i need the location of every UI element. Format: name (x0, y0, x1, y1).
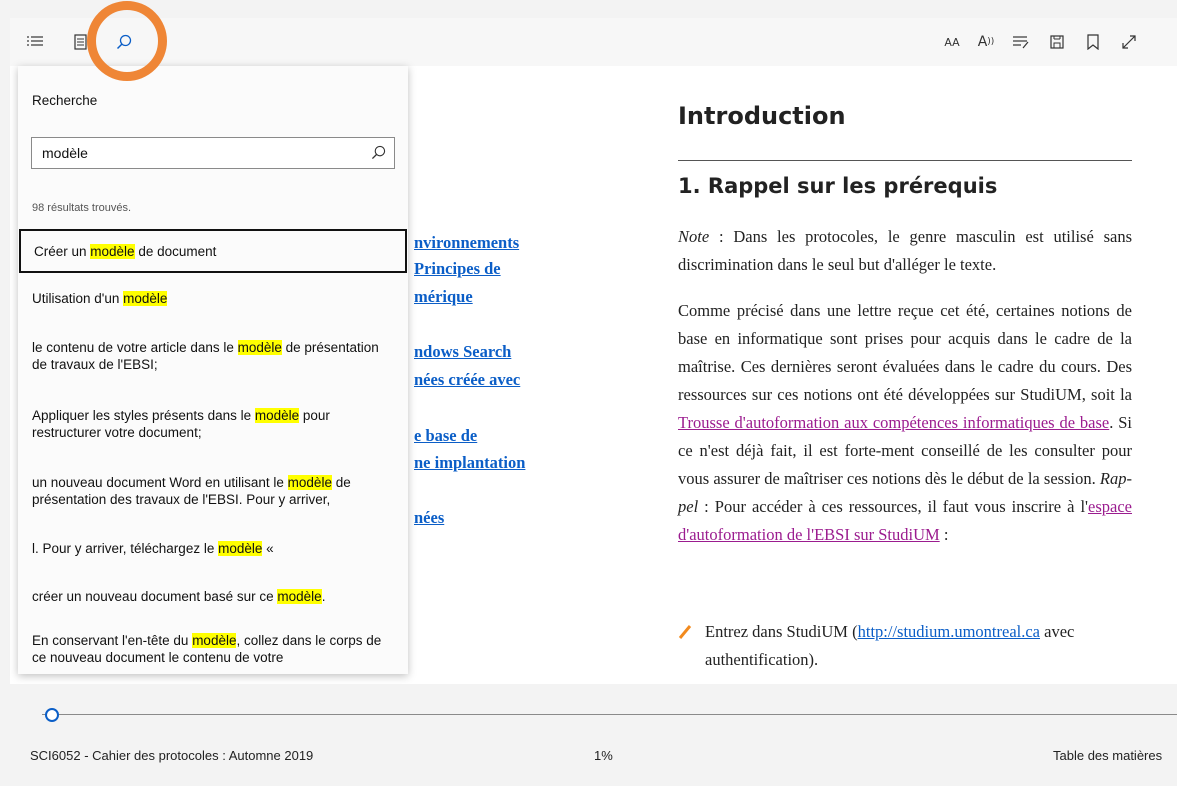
read-aloud-icon[interactable]: A)) (971, 27, 1001, 57)
toc-link[interactable]: e base de (414, 426, 477, 446)
progress-percent: 1% (594, 748, 613, 763)
toc-link[interactable]: nées créée avec (414, 370, 520, 390)
result-highlight: modèle (237, 340, 282, 355)
trousse-link[interactable]: Trousse d'autoformation aux compétences … (678, 413, 1109, 432)
bookmark-icon[interactable] (1078, 27, 1108, 57)
notes-icon[interactable] (66, 27, 96, 57)
toc-link[interactable]: nées (414, 508, 444, 528)
search-result[interactable]: un nouveau document Word en utilisant le… (19, 474, 407, 508)
text-size-icon[interactable]: AA (937, 27, 967, 57)
progress-slider-thumb[interactable] (45, 708, 60, 722)
result-text: En conservant l'en-tête du (32, 633, 193, 648)
search-result[interactable]: Créer un modèle de document (19, 229, 407, 273)
result-text: l. Pour y arriver, téléchargez le (32, 541, 219, 556)
search-panel: Recherche modèle 98 résultats trouvés. C… (18, 66, 408, 674)
search-icon[interactable] (109, 27, 139, 57)
bullet-text: Entrez dans StudiUM (http://studium.umon… (705, 618, 1132, 674)
search-result[interactable]: Appliquer les styles présents dans le mo… (19, 407, 407, 441)
result-text: Utilisation d'un (32, 291, 124, 306)
reader-toolbar: AA A)) (10, 18, 1177, 67)
toc-link[interactable]: Principes de (414, 259, 501, 279)
result-highlight: modèle (218, 541, 263, 556)
result-text: de document (134, 244, 217, 259)
result-text: le contenu de votre article dans le (32, 340, 238, 355)
toc-link[interactable]: mérique (414, 287, 473, 307)
search-result[interactable]: l. Pour y arriver, téléchargez le modèle… (19, 540, 407, 557)
fullscreen-icon[interactable] (1114, 27, 1144, 57)
search-result[interactable]: En conservant l'en-tête du modèle, colle… (19, 632, 407, 666)
para-text: : (939, 525, 949, 544)
search-result[interactable]: le contenu de votre article dans le modè… (19, 339, 407, 373)
note-paragraph: Note : Dans les protocoles, le genre mas… (678, 223, 1132, 279)
result-text: créer un nouveau document basé sur ce (32, 589, 278, 604)
list-icon[interactable] (20, 27, 50, 57)
body-paragraph: Comme précisé dans une lettre reçue cet … (678, 297, 1132, 549)
search-submit-icon[interactable] (371, 145, 386, 160)
studium-link[interactable]: http://studium.umontreal.ca (858, 622, 1040, 641)
bullet-text-part: Entrez dans StudiUM ( (705, 622, 858, 641)
section-heading: 1. Rappel sur les prérequis (678, 174, 998, 198)
progress-bar-area: SCI6052 - Cahier des protocoles : Automn… (10, 684, 1177, 766)
heading-rule (678, 160, 1132, 161)
para-text: : Pour accéder à ces ressources, il faut… (698, 497, 1089, 516)
pencil-bullet-icon (678, 625, 692, 639)
search-result[interactable]: Utilisation d'un modèle (19, 290, 407, 307)
bullet-item: Entrez dans StudiUM (http://studium.umon… (678, 618, 1132, 674)
result-count: 98 résultats trouvés. (32, 202, 132, 214)
toc-link[interactable]: nvironnements (414, 233, 519, 253)
result-highlight: modèle (287, 475, 332, 490)
result-highlight: modèle (192, 633, 237, 648)
search-query[interactable]: modèle (42, 145, 88, 161)
chapter-heading: Introduction (678, 102, 846, 130)
table-of-contents-link[interactable]: Table des matières (1053, 748, 1162, 763)
result-text: Créer un (34, 244, 91, 259)
book-title: SCI6052 - Cahier des protocoles : Automn… (30, 748, 314, 763)
result-highlight: modèle (254, 408, 300, 423)
save-icon[interactable] (1042, 27, 1072, 57)
result-text: un nouveau document Word en utilisant le (32, 475, 288, 490)
search-input[interactable]: modèle (31, 137, 395, 169)
note-label: Note (678, 227, 710, 246)
search-panel-title: Recherche (32, 93, 98, 108)
result-highlight: modèle (123, 291, 168, 306)
result-text: Appliquer les styles présents dans le (32, 408, 255, 423)
note-text: : Dans les protocoles, le genre masculin… (678, 227, 1132, 274)
toc-link[interactable]: ndows Search (414, 342, 511, 362)
search-result[interactable]: créer un nouveau document basé sur ce mo… (19, 588, 407, 605)
result-highlight: modèle (90, 244, 135, 259)
result-text: . (321, 589, 326, 604)
result-text: « (262, 541, 274, 556)
toc-link[interactable]: ne implantation (414, 453, 525, 473)
result-highlight: modèle (277, 589, 322, 604)
learning-tools-icon[interactable] (1006, 27, 1036, 57)
progress-track[interactable] (42, 714, 1177, 715)
para-text: Comme précisé dans une lettre reçue cet … (678, 301, 1132, 404)
